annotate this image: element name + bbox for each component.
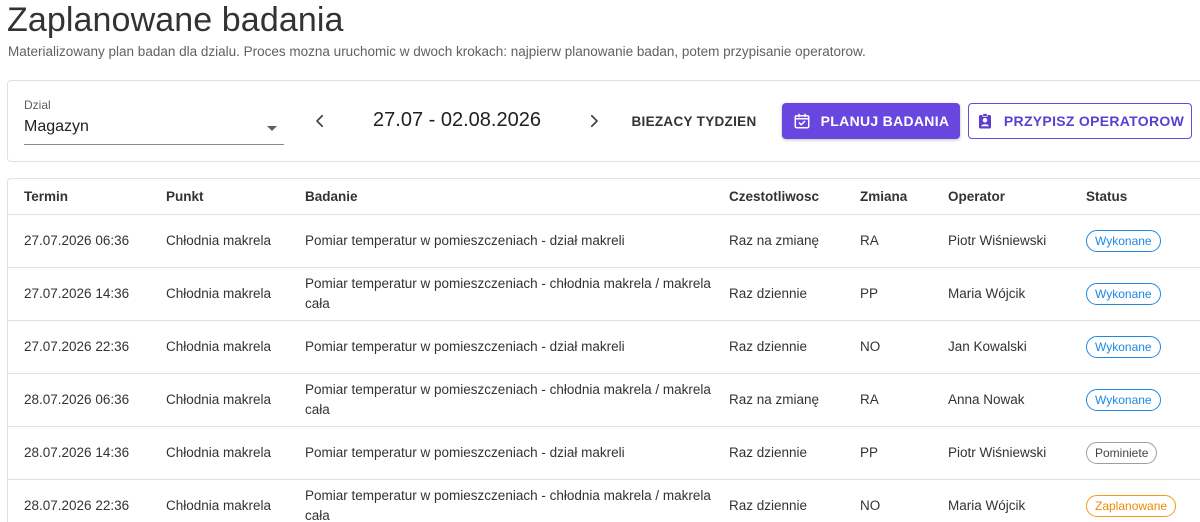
current-week-button[interactable]: BIEZACY TYDZIEN: [622, 104, 766, 138]
cell-termin: 27.07.2026 06:36: [8, 214, 150, 268]
cell-operator: Piotr Wiśniewski: [932, 426, 1070, 480]
cell-termin: 27.07.2026 22:36: [8, 320, 150, 374]
cell-zmiana: NO: [844, 320, 932, 374]
cell-zmiana: NO: [844, 479, 932, 522]
status-badge: Zaplanowane: [1086, 494, 1177, 517]
cell-status: Wykonane: [1070, 267, 1200, 321]
cell-zmiana: PP: [844, 426, 932, 480]
cell-punkt: Chłodnia makrela: [150, 320, 289, 374]
status-badge: Wykonane: [1086, 282, 1161, 305]
chevron-right-icon: [590, 114, 598, 128]
cell-zmiana: PP: [844, 267, 932, 321]
plan-studies-button[interactable]: PLANUJ BADANIA: [782, 103, 960, 139]
cell-czestotliwosc: Raz dziennie: [713, 479, 844, 522]
cell-punkt: Chłodnia makrela: [150, 214, 289, 268]
studies-table-card: Termin Punkt Badanie Czestotliwosc Zmian…: [7, 178, 1200, 522]
column-header-zmiana[interactable]: Zmiana: [844, 179, 932, 215]
status-badge: Wykonane: [1086, 388, 1161, 411]
department-label: Dzial: [24, 98, 51, 112]
status-badge: Pominiete: [1086, 441, 1158, 464]
status-badge: Wykonane: [1086, 335, 1161, 358]
cell-termin: 28.07.2026 22:36: [8, 479, 150, 522]
cell-punkt: Chłodnia makrela: [150, 479, 289, 522]
column-header-status[interactable]: Status: [1070, 179, 1200, 215]
calendar-check-icon: [793, 112, 811, 130]
badge-person-icon: [976, 112, 994, 130]
cell-punkt: Chłodnia makrela: [150, 267, 289, 321]
cell-zmiana: RA: [844, 214, 932, 268]
cell-termin: 28.07.2026 14:36: [8, 426, 150, 480]
week-range: 27.07 - 02.08.2026: [373, 109, 541, 131]
cell-operator: Piotr Wiśniewski: [932, 214, 1070, 268]
cell-czestotliwosc: Raz dziennie: [713, 426, 844, 480]
table-row[interactable]: 27.07.2026 06:36 Chłodnia makrela Pomiar…: [8, 214, 1200, 268]
table-row[interactable]: 28.07.2026 22:36 Chłodnia makrela Pomiar…: [8, 479, 1200, 522]
table-row[interactable]: 27.07.2026 22:36 Chłodnia makrela Pomiar…: [8, 320, 1200, 374]
cell-badanie: Pomiar temperatur w pomieszczeniach - dz…: [289, 214, 713, 268]
table-header-row: Termin Punkt Badanie Czestotliwosc Zmian…: [8, 179, 1200, 215]
cell-czestotliwosc: Raz dziennie: [713, 320, 844, 374]
page-title: Zaplanowane badania: [7, 1, 344, 39]
cell-status: Wykonane: [1070, 373, 1200, 427]
cell-status: Wykonane: [1070, 214, 1200, 268]
cell-badanie: Pomiar temperatur w pomieszczeniach - ch…: [289, 267, 713, 321]
table-row[interactable]: 28.07.2026 14:36 Chłodnia makrela Pomiar…: [8, 426, 1200, 480]
cell-operator: Anna Nowak: [932, 373, 1070, 427]
cell-badanie: Pomiar temperatur w pomieszczeniach - ch…: [289, 479, 713, 522]
cell-status: Wykonane: [1070, 320, 1200, 374]
cell-badanie: Pomiar temperatur w pomieszczeniach - ch…: [289, 373, 713, 427]
cell-operator: Maria Wójcik: [932, 479, 1070, 522]
cell-operator: Jan Kowalski: [932, 320, 1070, 374]
chevron-left-icon: [316, 114, 324, 128]
column-header-czestotliwosc[interactable]: Czestotliwosc: [713, 179, 844, 215]
column-header-punkt[interactable]: Punkt: [150, 179, 289, 215]
assign-operators-label: PRZYPISZ OPERATOROW: [1003, 113, 1185, 129]
studies-table: Termin Punkt Badanie Czestotliwosc Zmian…: [8, 179, 1200, 522]
column-header-operator[interactable]: Operator: [932, 179, 1070, 215]
next-week-button[interactable]: [579, 106, 609, 136]
cell-punkt: Chłodnia makrela: [150, 373, 289, 427]
caret-down-icon: [267, 126, 277, 131]
cell-operator: Maria Wójcik: [932, 267, 1070, 321]
page-subtitle: Materializowany plan badan dla dzialu. P…: [8, 44, 866, 59]
cell-punkt: Chłodnia makrela: [150, 426, 289, 480]
column-header-badanie[interactable]: Badanie: [289, 179, 713, 215]
cell-status: Zaplanowane: [1070, 479, 1200, 522]
department-select[interactable]: Magazyn: [24, 114, 284, 145]
cell-badanie: Pomiar temperatur w pomieszczeniach - dz…: [289, 320, 713, 374]
cell-zmiana: RA: [844, 373, 932, 427]
cell-status: Pominiete: [1070, 426, 1200, 480]
previous-week-button[interactable]: [305, 106, 335, 136]
cell-termin: 28.07.2026 06:36: [8, 373, 150, 427]
column-header-termin[interactable]: Termin: [8, 179, 150, 215]
cell-czestotliwosc: Raz na zmianę: [713, 214, 844, 268]
cell-czestotliwosc: Raz na zmianę: [713, 373, 844, 427]
table-row[interactable]: 27.07.2026 14:36 Chłodnia makrela Pomiar…: [8, 267, 1200, 321]
table-row[interactable]: 28.07.2026 06:36 Chłodnia makrela Pomiar…: [8, 373, 1200, 427]
assign-operators-button[interactable]: PRZYPISZ OPERATOROW: [968, 103, 1192, 139]
cell-badanie: Pomiar temperatur w pomieszczeniach - dz…: [289, 426, 713, 480]
cell-termin: 27.07.2026 14:36: [8, 267, 150, 321]
status-badge: Wykonane: [1086, 229, 1161, 252]
department-value: Magazyn: [24, 118, 89, 135]
cell-czestotliwosc: Raz dziennie: [713, 267, 844, 321]
plan-studies-label: PLANUJ BADANIA: [820, 113, 950, 129]
